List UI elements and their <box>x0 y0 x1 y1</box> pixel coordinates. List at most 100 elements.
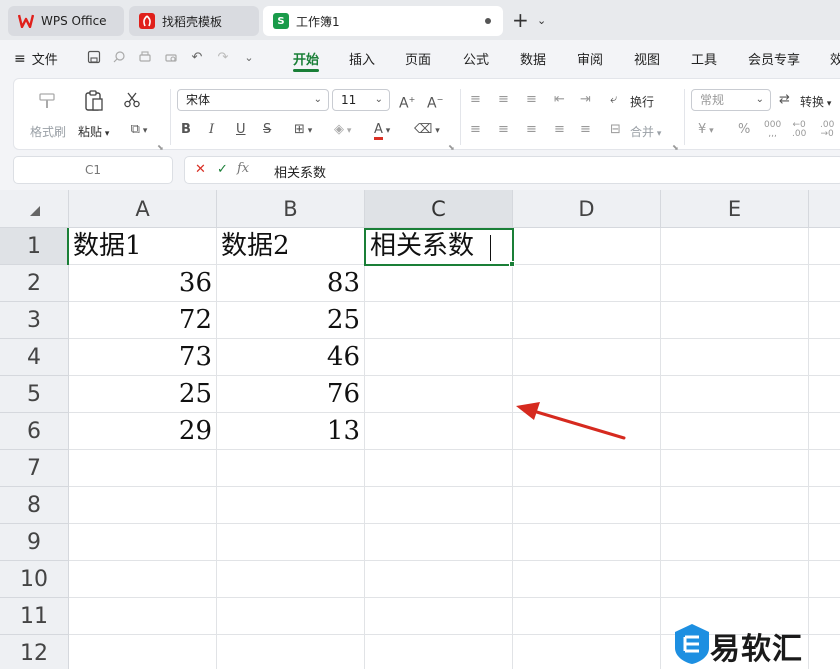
decrease-indent-icon[interactable]: ⇤ <box>554 91 565 109</box>
menu-home[interactable]: 开始 <box>293 49 319 68</box>
watermark-text: 易软汇 <box>710 632 803 667</box>
menu-effects[interactable]: 效 <box>830 49 840 68</box>
paste-icon[interactable] <box>82 89 106 117</box>
align-bottom-icon[interactable]: ≡ <box>526 91 537 109</box>
bold-icon[interactable]: B <box>181 121 191 139</box>
spreadsheet-grid[interactable]: A B C D E 1 2 3 4 5 6 7 8 9 10 11 12 数据1… <box>0 190 840 669</box>
number-format-value: 常规 <box>700 93 725 107</box>
chevron-down-icon[interactable]: ⌄ <box>241 50 257 66</box>
decrease-decimal-icon[interactable]: .00 →0 <box>820 121 834 139</box>
file-menu-button[interactable]: ≡ 文件 <box>14 49 58 69</box>
align-left-icon[interactable]: ≡ <box>470 121 481 139</box>
unsaved-dot-icon[interactable] <box>485 18 491 24</box>
convert-label: 转换 <box>800 95 825 109</box>
chevron-down-icon: ⌄ <box>313 94 322 105</box>
divider <box>684 89 685 145</box>
menu-page[interactable]: 页面 <box>405 49 431 68</box>
tab-label: 工作簿1 <box>296 14 340 29</box>
font-color-icon[interactable]: A ▾ <box>374 121 390 140</box>
paste-button[interactable]: 粘贴 ▾ <box>78 123 109 140</box>
merge-label: 合并 <box>630 125 655 139</box>
eraser-icon[interactable]: ⌫ ▾ <box>414 121 440 140</box>
tab-label: WPS Office <box>41 14 107 28</box>
thousands-icon[interactable]: 000,,, <box>764 121 781 139</box>
new-tab-icon[interactable]: + <box>512 10 529 30</box>
formula-input-area[interactable]: ✕ ✓ fx 相关系数 <box>184 156 840 184</box>
docer-icon <box>139 13 155 29</box>
format-painter-label[interactable]: 格式刷 <box>30 123 66 140</box>
menu-view[interactable]: 视图 <box>634 49 660 68</box>
name-box[interactable]: C1 <box>13 156 173 184</box>
align-top-icon[interactable]: ≡ <box>470 91 481 109</box>
spreadsheet-icon: S <box>273 13 289 29</box>
annotation-arrow-icon <box>516 402 626 440</box>
confirm-icon[interactable]: ✓ <box>217 162 228 177</box>
formula-bar: C1 ✕ ✓ fx 相关系数 <box>0 152 840 190</box>
increase-font-icon[interactable]: A+ <box>399 91 415 113</box>
merge-icon[interactable]: ⊟ <box>610 121 621 139</box>
file-menu-label: 文件 <box>31 53 58 68</box>
align-middle-icon[interactable]: ≡ <box>498 91 509 109</box>
tab-wps-office[interactable]: WPS Office <box>8 6 124 36</box>
print-icon[interactable] <box>137 50 153 66</box>
italic-icon[interactable]: I <box>209 121 214 139</box>
convert-icon[interactable]: ⇄ <box>779 91 790 109</box>
wrap-text-label[interactable]: 换行 <box>630 93 654 110</box>
menu-tools[interactable]: 工具 <box>691 49 717 68</box>
save-icon[interactable] <box>86 50 102 66</box>
justify-icon[interactable]: ≡ <box>554 121 565 139</box>
increase-indent-icon[interactable]: ⇥ <box>580 91 591 109</box>
hamburger-icon: ≡ <box>14 50 26 67</box>
paste-label: 粘贴 <box>78 125 103 139</box>
font-name-select[interactable]: 宋体 ⌄ <box>177 89 329 111</box>
tab-workbook1[interactable]: S 工作簿1 <box>263 6 503 36</box>
border-icon[interactable]: ⊞ ▾ <box>294 121 312 140</box>
fill-color-icon[interactable]: ◈ ▾ <box>334 121 351 140</box>
copy-icon[interactable]: ⧉ ▾ <box>122 121 156 140</box>
increase-decimal-icon[interactable]: ←0.00 <box>792 121 806 139</box>
divider <box>460 89 461 145</box>
align-center-icon[interactable]: ≡ <box>498 121 509 139</box>
menu-review[interactable]: 审阅 <box>577 49 603 68</box>
decrease-font-icon[interactable]: A− <box>427 91 443 113</box>
currency-icon[interactable]: ¥ ▾ <box>698 121 714 140</box>
ribbon-panel: 格式刷 粘贴 ▾ ⧉ ▾ ⬊ 宋体 ⌄ 11 ⌄ A+ A− B I U S ⊞… <box>13 78 840 152</box>
format-painter-icon[interactable] <box>36 91 58 115</box>
underline-icon[interactable]: U <box>236 121 246 139</box>
wps-logo-icon <box>18 13 34 29</box>
divider <box>170 89 171 145</box>
cancel-icon[interactable]: ✕ <box>195 162 206 177</box>
print-preview-icon[interactable] <box>163 50 179 66</box>
watermark-shield-icon <box>675 624 709 664</box>
chevron-down-icon: ⌄ <box>755 94 764 105</box>
number-format-select[interactable]: 常规 ⌄ <box>691 89 771 111</box>
merge-button[interactable]: 合并 ▾ <box>630 123 661 140</box>
tab-docer-templates[interactable]: 找稻壳模板 <box>129 6 259 36</box>
formula-content[interactable]: 相关系数 <box>274 162 326 181</box>
font-size-value: 11 <box>341 93 357 107</box>
percent-icon[interactable]: % <box>738 121 750 139</box>
align-right-icon[interactable]: ≡ <box>526 121 537 139</box>
redo-icon[interactable]: ↷ <box>215 50 231 66</box>
cut-icon[interactable] <box>122 91 142 113</box>
menu-formula[interactable]: 公式 <box>463 49 489 68</box>
insert-function-icon[interactable]: fx <box>237 161 249 176</box>
convert-button[interactable]: 转换 ▾ <box>800 93 831 110</box>
tab-label: 找稻壳模板 <box>162 14 223 29</box>
menu-bar: ≡ 文件 ↶ ↷ ⌄ 开始 插入 页面 公式 数据 审阅 视图 工具 会员专享 … <box>0 40 840 74</box>
menu-insert[interactable]: 插入 <box>349 49 375 68</box>
distributed-icon[interactable]: ≡ <box>580 121 591 139</box>
export-pdf-icon[interactable] <box>111 50 127 66</box>
title-bar: WPS Office 找稻壳模板 S 工作簿1 + ⌄ <box>0 0 840 40</box>
font-size-select[interactable]: 11 ⌄ <box>332 89 390 111</box>
undo-icon[interactable]: ↶ <box>189 50 205 66</box>
ribbon: 格式刷 粘贴 ▾ ⧉ ▾ ⬊ 宋体 ⌄ 11 ⌄ A+ A− B I U S ⊞… <box>0 74 840 152</box>
chevron-down-icon: ⌄ <box>374 94 383 105</box>
wrap-text-icon[interactable]: ⤶ <box>610 91 617 109</box>
font-name-value: 宋体 <box>186 93 211 107</box>
chevron-down-icon[interactable]: ⌄ <box>537 14 546 27</box>
menu-member[interactable]: 会员专享 <box>748 49 800 68</box>
strikethrough-icon[interactable]: S <box>263 121 271 139</box>
active-tab-indicator <box>293 69 319 72</box>
menu-data[interactable]: 数据 <box>520 49 546 68</box>
